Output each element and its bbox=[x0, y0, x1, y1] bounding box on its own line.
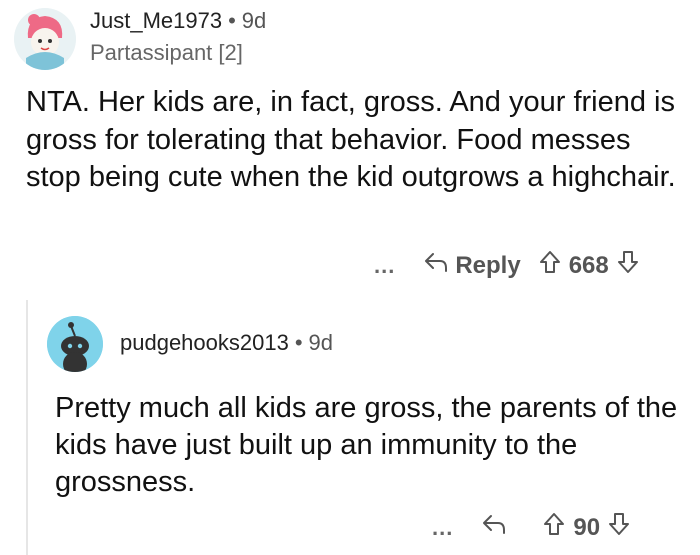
username[interactable]: pudgehooks2013 bbox=[120, 330, 289, 355]
score: 90 bbox=[573, 513, 601, 541]
comment-meta: Just_Me1973 • 9d bbox=[90, 8, 266, 34]
thread-line[interactable] bbox=[26, 300, 28, 555]
reply-button[interactable] bbox=[481, 513, 513, 542]
more-options-button[interactable]: ... bbox=[432, 515, 453, 541]
reply-body: Pretty much all kids are gross, the pare… bbox=[55, 392, 678, 498]
comment-actions: ... Reply 668 bbox=[374, 250, 639, 281]
username[interactable]: Just_Me1973 bbox=[90, 8, 222, 33]
separator-dot: • bbox=[294, 330, 303, 355]
more-options-button[interactable]: ... bbox=[374, 253, 395, 279]
upvote-icon[interactable] bbox=[543, 512, 565, 543]
score: 668 bbox=[568, 251, 609, 279]
upvote-icon[interactable] bbox=[539, 250, 561, 281]
reply-button[interactable]: Reply bbox=[423, 251, 521, 280]
parent-comment: Just_Me1973 • 9d Partassipant [2] NTA. Her… bbox=[0, 0, 700, 300]
avatar[interactable] bbox=[14, 8, 76, 70]
comment-age: 9d bbox=[241, 8, 267, 33]
comment-age: 9d bbox=[308, 330, 334, 355]
vote-controls: 668 bbox=[539, 250, 639, 281]
reply-icon bbox=[423, 251, 455, 280]
separator-dot: • bbox=[228, 8, 236, 33]
vote-controls: 90 bbox=[543, 512, 630, 543]
downvote-icon[interactable] bbox=[608, 512, 630, 543]
downvote-icon[interactable] bbox=[617, 250, 639, 281]
avatar[interactable] bbox=[47, 316, 103, 372]
reply-icon bbox=[481, 513, 513, 542]
user-flair: Partassipant [2] bbox=[90, 40, 243, 65]
comment-body: NTA. Her kids are, in fact, gross. And y… bbox=[26, 86, 676, 193]
reply-meta: pudgehooks2013 • 9d bbox=[120, 330, 333, 356]
reply-label: Reply bbox=[455, 251, 521, 279]
reply-actions: ... 90 bbox=[432, 512, 630, 543]
